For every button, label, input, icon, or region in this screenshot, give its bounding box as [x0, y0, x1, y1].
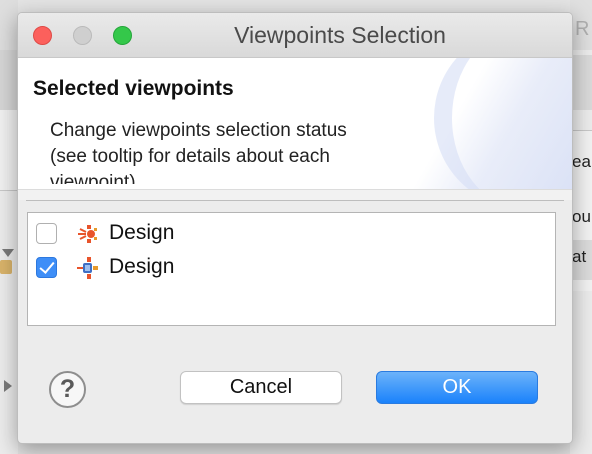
viewpoint-checkbox[interactable] [36, 223, 57, 244]
background-toolbar [0, 0, 18, 50]
viewpoint-checkbox-checked[interactable] [36, 257, 57, 278]
dialog-titlebar: Viewpoints Selection [18, 13, 572, 58]
background-title-fragment: R [575, 18, 590, 40]
list-item[interactable]: Design [28, 252, 555, 284]
viewpoint-label: Design [109, 221, 175, 244]
design-viewpoint-icon [78, 225, 97, 243]
background-app-left-edge [0, 0, 18, 454]
design-viewpoint-active-icon [77, 257, 98, 279]
help-button[interactable]: ? [49, 371, 86, 408]
viewpoint-label: Design [109, 255, 175, 278]
background-text-fragment: ou [572, 207, 591, 226]
background-folder-icon [0, 260, 12, 274]
dialog-header: Selected viewpoints Change viewpoints se… [18, 58, 572, 189]
header-title: Selected viewpoints [33, 77, 234, 100]
expand-down-icon [2, 249, 14, 257]
background-toolbar [570, 55, 592, 145]
ok-button[interactable]: OK [376, 371, 538, 404]
background-text-fragment: at [572, 247, 587, 266]
viewpoints-list[interactable]: Design Design [27, 212, 556, 326]
expand-right-icon [4, 380, 12, 392]
background-text-fragment: ea [572, 152, 591, 171]
background-app-right-edge: R ea ou at [570, 0, 592, 454]
viewpoints-selection-dialog: Viewpoints Selection Selected viewpoints… [17, 12, 573, 444]
background-panel [0, 110, 18, 274]
cancel-button[interactable]: Cancel [180, 371, 342, 404]
list-item[interactable]: Design [28, 218, 555, 250]
header-banner-swoosh [434, 58, 572, 189]
background-toolbar-row [0, 50, 18, 137]
header-separator [18, 189, 572, 200]
header-description: Change viewpoints selection status (see … [50, 120, 347, 184]
divider [26, 200, 564, 201]
dialog-title: Viewpoints Selection [234, 22, 446, 48]
background-window-title: R [570, 0, 592, 50]
